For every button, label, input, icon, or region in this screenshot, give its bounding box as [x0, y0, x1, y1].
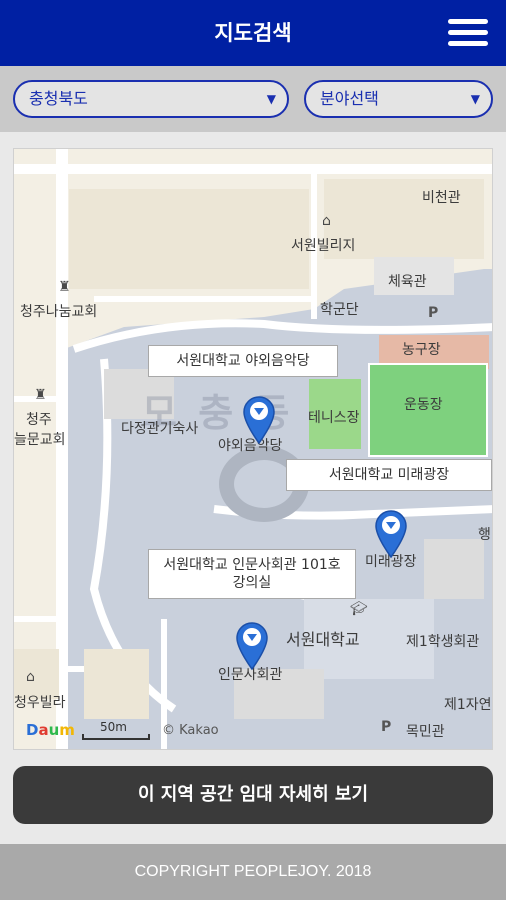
map-label-bicheongwan: 비천관	[422, 190, 461, 206]
parking-icon: P	[428, 305, 439, 321]
map-label-jayeon: 제1자연	[444, 697, 492, 713]
church-icon: ♜	[34, 387, 47, 403]
filter-bar: 충청북도 ▼ 분야선택 ▼	[0, 66, 506, 132]
map-label-church2-line2: 늘문교회	[14, 432, 66, 448]
hamburger-menu-icon[interactable]	[448, 18, 488, 48]
map-label-gymnasium: 체육관	[388, 274, 427, 290]
map-label-haeng: 행	[478, 527, 491, 543]
region-select-value: 충청북도	[29, 89, 88, 108]
chevron-down-icon: ▼	[266, 92, 276, 106]
callout-mirae-plaza[interactable]: 서원대학교 미래광장	[286, 459, 492, 491]
map-marker-icon[interactable]	[235, 621, 269, 671]
map-label-church: 청주나눔교회	[20, 304, 98, 320]
map-attribution: © Kakao	[162, 723, 219, 738]
map-label-seowon-univ: 서원대학교	[286, 630, 360, 649]
map-view[interactable]: 모 충 동 비천관 ⌂ 서원빌리지 체육관 학군단 P 농구장 운동장 테니스장…	[13, 148, 493, 750]
map-label-villa: 청우빌라	[14, 695, 66, 711]
map-marker-icon[interactable]	[374, 509, 408, 559]
view-rental-details-button[interactable]: 이 지역 공간 임대 자세히 보기	[13, 766, 493, 824]
map-label-basketball: 농구장	[402, 342, 441, 358]
footer-copyright: COPYRIGHT PEOPLEJOY. 2018	[0, 844, 506, 900]
map-scale-text: 50m	[100, 720, 127, 734]
map-label-seowon-villa: 서원빌리지	[291, 238, 356, 254]
daum-logo: Daum	[26, 721, 75, 739]
building-icon: ⌂	[322, 213, 331, 229]
field-select-value: 분야선택	[320, 89, 379, 108]
map-label-mokmin: 목민관	[406, 724, 445, 740]
church-icon: ♜	[58, 279, 71, 295]
map-label-church2-line1: 청주	[26, 412, 52, 428]
map-label-dajeong: 다정관기숙사	[121, 421, 199, 437]
callout-outdoor-music-hall[interactable]: 서원대학교 야외음악당	[148, 345, 338, 377]
map-label-student-hall: 제1학생회관	[406, 634, 480, 650]
map-label-hakgundan: 학군단	[320, 302, 359, 318]
field-select[interactable]: 분야선택 ▼	[304, 80, 493, 118]
region-select[interactable]: 충청북도 ▼	[13, 80, 289, 118]
app-header: 지도검색	[0, 0, 506, 66]
building-icon: ⌂	[26, 669, 35, 685]
map-marker-icon[interactable]	[242, 395, 276, 445]
university-icon: 🎓︎	[350, 601, 368, 617]
page-title: 지도검색	[214, 21, 292, 45]
parking-icon: P	[381, 719, 392, 735]
callout-inmun-hall[interactable]: 서원대학교 인문사회관 101호 강의실	[148, 549, 356, 599]
chevron-down-icon: ▼	[470, 92, 480, 106]
map-scale-bar: 50m	[82, 720, 152, 744]
map-label-tennis: 테니스장	[308, 410, 360, 426]
map-label-playground: 운동장	[404, 397, 443, 413]
